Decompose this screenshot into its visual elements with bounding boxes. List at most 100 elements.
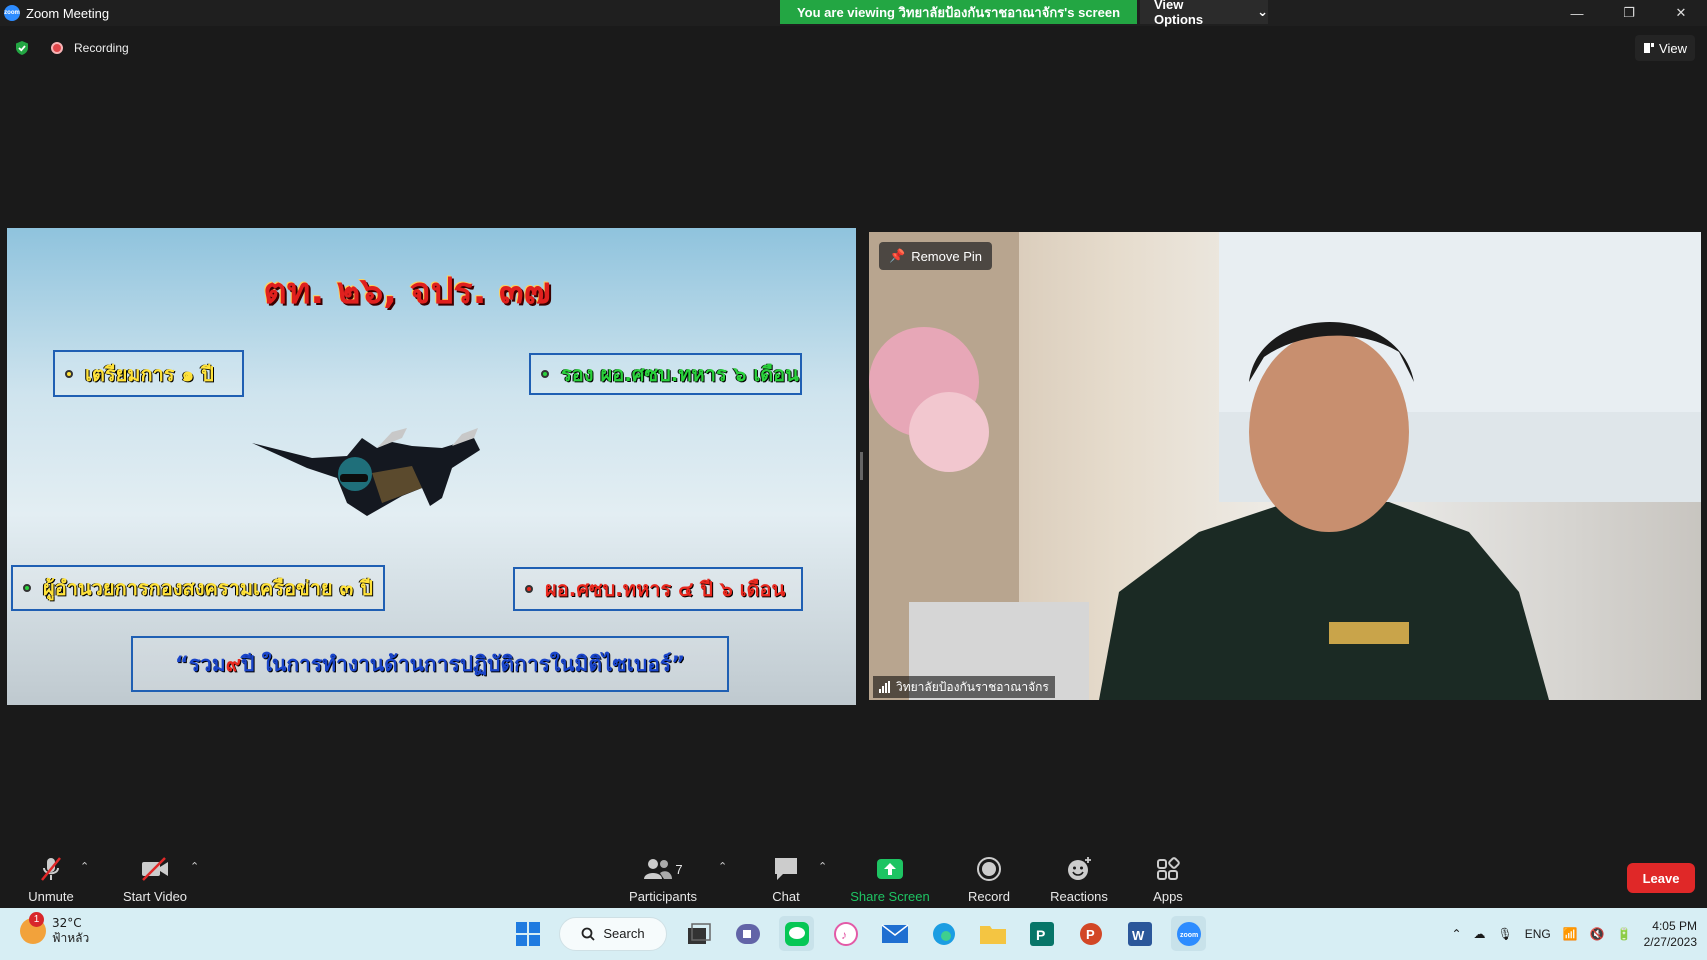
participants-button[interactable]: 7 Participants (626, 848, 700, 908)
input-language[interactable]: ENG (1525, 927, 1551, 941)
chat-label: Chat (772, 889, 800, 904)
zoom-logo-icon: zoom (4, 5, 20, 21)
line-app-icon[interactable] (779, 916, 814, 951)
reactions-label: Reactions (1050, 889, 1108, 904)
publisher-icon[interactable]: P (1024, 916, 1059, 951)
title-bar: zoom Zoom Meeting You are viewing วิทยาล… (0, 0, 1707, 27)
slide-title: ตท. ๒๖, จปร. ๓๗ (263, 271, 551, 312)
remove-pin-label: Remove Pin (911, 248, 982, 264)
file-explorer-icon[interactable] (975, 916, 1010, 951)
start-video-button[interactable]: Start Video (118, 848, 192, 908)
remove-pin-button[interactable]: 📌 Remove Pin (879, 242, 992, 270)
unmute-button[interactable]: Unmute (20, 848, 82, 908)
weather-badge: 1 (29, 912, 44, 927)
participants-label: Participants (629, 889, 697, 904)
slide-box-text: เตรียมการ ๑ ปี (85, 361, 214, 386)
window-title: Zoom Meeting (26, 5, 110, 21)
start-video-label: Start Video (122, 889, 188, 904)
recording-indicator-icon (51, 42, 63, 54)
chevron-down-icon: ⌄ (1257, 4, 1268, 19)
weather-description: ฟ้าหลัว (52, 931, 90, 945)
summary-suffix: ปี ในการทำงานด้านการปฏิบัติการในมิติไซเบ… (241, 651, 686, 676)
reactions-smiley-icon (1068, 857, 1091, 880)
volume-muted-icon[interactable]: 🔇 (1590, 927, 1605, 941)
restore-icon[interactable]: ❐ (1603, 0, 1655, 26)
powerpoint-icon[interactable]: P (1073, 916, 1108, 951)
participants-icon (644, 859, 673, 879)
view-button[interactable]: View (1635, 35, 1695, 61)
onedrive-cloud-icon[interactable]: ☁ (1474, 927, 1486, 941)
teams-chat-icon[interactable] (730, 916, 765, 951)
apps-button[interactable]: Apps (1146, 848, 1190, 908)
recording-label[interactable]: Recording (74, 41, 129, 55)
audio-options-caret-icon[interactable]: ⌃ (80, 860, 89, 873)
participant-video: 📌 Remove Pin วิทยาลัยป้องกันราชอาณาจักร (869, 232, 1701, 700)
edge-browser-icon[interactable] (926, 916, 961, 951)
summary-number: ๙ (225, 651, 242, 676)
share-screen-button[interactable]: Share Screen (850, 848, 930, 908)
video-off-icon (142, 857, 168, 881)
share-screen-icon (877, 859, 903, 879)
chat-options-caret-icon[interactable]: ⌃ (818, 860, 827, 873)
participant-name-tag: วิทยาลัยป้องกันราชอาณาจักร (873, 676, 1055, 698)
clock-date: 2/27/2023 (1643, 935, 1697, 949)
bullet-icon (65, 369, 73, 378)
participants-options-caret-icon[interactable]: ⌃ (718, 860, 727, 873)
view-options-label: View Options (1154, 0, 1204, 27)
split-view-resize-handle[interactable] (860, 452, 863, 480)
video-options-caret-icon[interactable]: ⌃ (190, 860, 199, 873)
encryption-shield-icon[interactable] (14, 40, 30, 56)
itunes-icon[interactable]: ♪ (828, 916, 863, 951)
record-button[interactable]: Record (962, 848, 1016, 908)
zoom-app-icon[interactable]: zoom (1171, 916, 1206, 951)
view-label: View (1659, 40, 1687, 56)
meeting-toolbar: Unmute ⌃ Start Video ⌃ 7 Participants ⌃ (0, 848, 1707, 908)
bullet-icon (23, 584, 31, 592)
weather-widget[interactable]: 1 32°C ฟ้าหลัว (20, 912, 90, 946)
zoom-meeting-window: zoom Zoom Meeting You are viewing วิทยาล… (0, 0, 1707, 960)
word-icon[interactable]: W (1122, 916, 1157, 951)
search-icon (581, 927, 596, 941)
view-layout-icon (1644, 43, 1655, 53)
task-view-icon[interactable] (681, 916, 716, 951)
microphone-icon[interactable]: 🎙 (1498, 927, 1513, 941)
mail-icon[interactable] (877, 916, 912, 951)
bullet-icon (525, 585, 533, 593)
slide-box-preparation: เตรียมการ ๑ ปี (53, 350, 244, 397)
taskbar-search-label: Search (603, 926, 645, 941)
wifi-icon[interactable]: 📶 (1563, 927, 1578, 941)
taskbar-clock[interactable]: 4:05 PM 2/27/2023 (1644, 918, 1697, 950)
window-controls: — ❐ ✕ (1551, 0, 1707, 26)
windows-start-icon[interactable] (510, 916, 545, 951)
reactions-button[interactable]: Reactions (1046, 848, 1112, 908)
pin-icon: 📌 (889, 248, 906, 263)
battery-icon[interactable]: 🔋 (1617, 927, 1632, 941)
view-options-button[interactable]: View Options ⌄ (1140, 0, 1268, 27)
svg-text:W: W (1132, 928, 1145, 943)
participants-icon-group: 7 (638, 855, 688, 883)
record-icon (977, 857, 1001, 881)
participant-name: วิทยาลัยป้องกันราชอาณาจักร (896, 679, 1049, 694)
windows-taskbar: 1 32°C ฟ้าหลัว Search ♪ P P W zoom ⌃ ☁ 🎙… (0, 908, 1707, 960)
slide-box-deputy-director: รอง ผอ.ศซบ.ทหาร ๖ เดือน (529, 353, 802, 395)
unmute-label: Unmute (28, 889, 74, 904)
clock-time: 4:05 PM (1652, 919, 1697, 933)
share-screen-label: Share Screen (850, 889, 930, 904)
svg-text:zoom: zoom (1180, 932, 1198, 939)
svg-text:♪: ♪ (841, 928, 847, 942)
meeting-status-row: Recording View (0, 32, 1707, 62)
minimize-icon[interactable]: — (1551, 0, 1603, 26)
chat-button[interactable]: Chat (766, 848, 806, 908)
close-icon[interactable]: ✕ (1655, 0, 1707, 26)
show-hidden-icons-chevron-icon[interactable]: ⌃ (1451, 927, 1461, 941)
weather-sun-icon: 1 (20, 912, 46, 944)
slide-box-director: ผอ.ศซบ.ทหาร ๔ ปี ๖ เดือน (513, 567, 803, 611)
taskbar-search-button[interactable]: Search (559, 916, 667, 951)
skydiver-image (252, 428, 480, 516)
leave-button[interactable]: Leave (1627, 863, 1695, 893)
signal-strength-icon (879, 681, 890, 693)
taskbar-apps: Search ♪ P P W zoom (510, 916, 1206, 951)
slide-box-network-warfare: ผู้อำนวยการกองสงครามเครือข่าย ๓ ปี (11, 565, 385, 611)
viewing-screen-banner: You are viewing วิทยาลัยป้องกันราชอาณาจั… (780, 0, 1137, 24)
svg-text:P: P (1086, 927, 1095, 942)
